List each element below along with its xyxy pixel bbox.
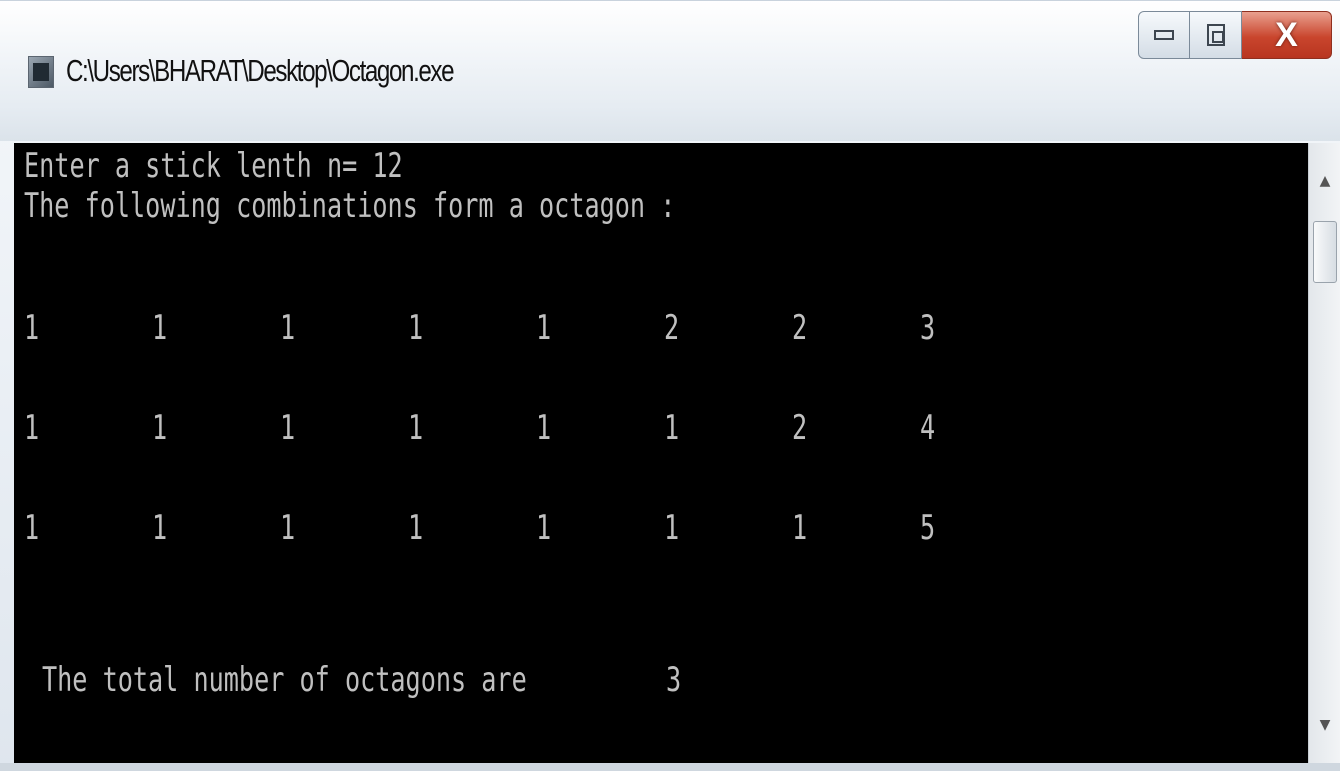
minimize-icon	[1154, 30, 1174, 40]
combination-row: 1 1 1 1 1 1 2 4	[14, 411, 1214, 451]
header-line: The following combinations form a octago…	[24, 186, 676, 226]
combination-value: 5	[920, 508, 936, 548]
combination-row: 1 1 1 1 1 2 2 3	[14, 311, 1214, 351]
combination-value: 1	[280, 508, 296, 548]
console-window: C:\Users\BHARAT\Desktop\Octagon.exe X En…	[0, 0, 1340, 771]
minimize-button[interactable]	[1138, 11, 1190, 59]
combination-value: 1	[24, 408, 40, 448]
console-output[interactable]: Enter a stick lenth n= 12 The following …	[14, 143, 1308, 763]
title-bar[interactable]: C:\Users\BHARAT\Desktop\Octagon.exe X	[0, 1, 1340, 141]
maximize-button[interactable]	[1190, 11, 1242, 59]
combination-value: 1	[536, 508, 552, 548]
console-app-icon[interactable]	[28, 56, 54, 88]
combination-value: 3	[920, 308, 936, 348]
close-icon: X	[1275, 16, 1298, 54]
combination-value: 1	[536, 408, 552, 448]
close-button[interactable]: X	[1242, 11, 1332, 59]
combination-value: 2	[664, 308, 680, 348]
combination-value: 1	[408, 508, 424, 548]
maximize-icon	[1206, 24, 1225, 46]
combination-value: 1	[152, 508, 168, 548]
combination-value: 1	[152, 308, 168, 348]
combination-value: 1	[24, 508, 40, 548]
combination-value: 1	[24, 308, 40, 348]
combination-value: 2	[792, 408, 808, 448]
scroll-up-arrow-icon[interactable]: ▲	[1309, 163, 1340, 199]
combination-value: 1	[280, 408, 296, 448]
combination-value: 1	[792, 508, 808, 548]
combination-value: 1	[536, 308, 552, 348]
combination-value: 1	[152, 408, 168, 448]
scroll-down-arrow-icon[interactable]: ▼	[1309, 707, 1340, 743]
combination-value: 1	[408, 408, 424, 448]
combination-value: 4	[920, 408, 936, 448]
window-controls: X	[1138, 11, 1340, 63]
window-title: C:\Users\BHARAT\Desktop\Octagon.exe	[66, 53, 455, 88]
combination-value: 1	[408, 308, 424, 348]
prompt-line: Enter a stick lenth n= 12	[24, 146, 403, 186]
combination-value: 1	[664, 408, 680, 448]
combination-value: 2	[792, 308, 808, 348]
total-value: 3	[666, 660, 682, 700]
total-label: The total number of octagons are	[42, 660, 527, 700]
scroll-thumb[interactable]	[1313, 221, 1337, 283]
combination-value: 1	[280, 308, 296, 348]
combination-row: 1 1 1 1 1 1 1 5	[14, 511, 1214, 551]
combination-value: 1	[664, 508, 680, 548]
vertical-scrollbar[interactable]: ▲ ▼	[1308, 143, 1340, 763]
